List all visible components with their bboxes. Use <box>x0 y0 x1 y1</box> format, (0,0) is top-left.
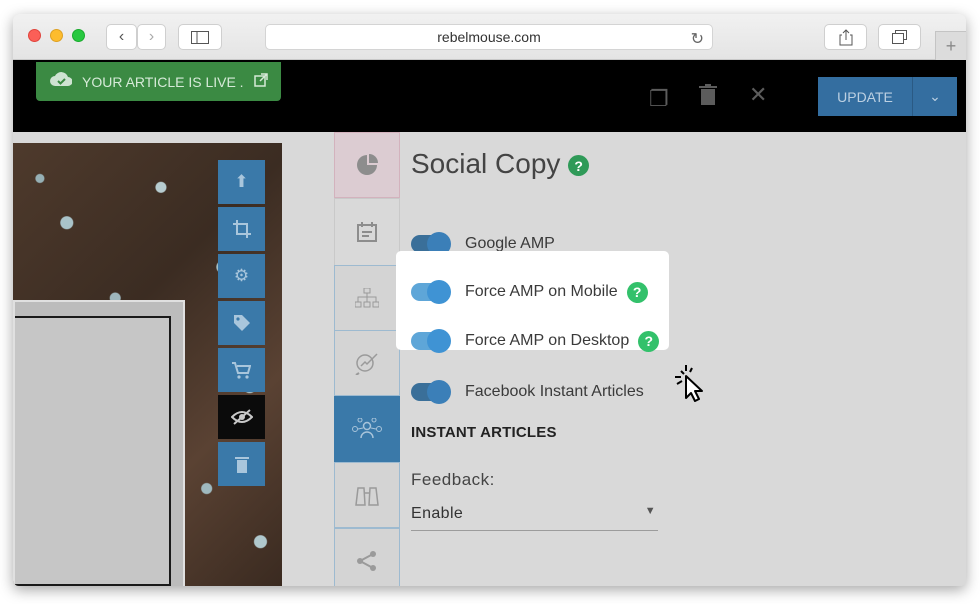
plus-icon: + <box>945 35 957 56</box>
feedback-select-value: Enable <box>411 505 464 522</box>
cart-icon <box>232 361 251 379</box>
section-heading: INSTANT ARTICLES <box>411 424 557 441</box>
caret-down-icon: ▼ <box>644 505 656 517</box>
force-amp-mobile-switch[interactable] <box>411 280 451 304</box>
toggle-force-amp-desktop[interactable]: Force AMP on Desktop ? <box>411 328 660 354</box>
reload-icon[interactable]: ↻ <box>691 29 704 49</box>
pie-chart-icon <box>357 154 378 175</box>
pointer-cursor-icon <box>675 365 703 402</box>
share-button[interactable] <box>824 24 867 50</box>
update-button[interactable]: UPDATE <box>818 77 912 116</box>
live-status-badge[interactable]: YOUR ARTICLE IS LIVE . <box>36 62 281 101</box>
tag-icon <box>233 315 250 331</box>
sidebar-icon <box>191 30 209 44</box>
tab-discover[interactable] <box>334 462 400 528</box>
toggle-force-amp-mobile[interactable]: Force AMP on Mobile ? <box>411 279 648 305</box>
toggle-label: Force AMP on Mobile <box>465 283 618 300</box>
share-box-icon <box>839 28 852 45</box>
upload-image-button[interactable]: ⬆ <box>218 160 265 204</box>
upload-icon: ⬆ <box>234 172 249 191</box>
network-icon <box>352 418 382 439</box>
toggle-facebook-instant-articles[interactable]: Facebook Instant Articles <box>411 379 644 405</box>
browser-chrome: ‹ › rebelmouse.com ↻ + <box>13 14 966 60</box>
shop-image-button[interactable] <box>218 348 265 392</box>
trash-icon <box>234 456 249 473</box>
help-icon[interactable]: ? <box>626 281 648 303</box>
toggle-label: Facebook Instant Articles <box>465 383 644 400</box>
crop-icon <box>232 220 251 238</box>
close-window-button[interactable] <box>28 29 41 42</box>
help-icon[interactable]: ? <box>568 155 590 177</box>
tab-seo[interactable] <box>334 330 400 396</box>
crop-image-button[interactable] <box>218 207 265 251</box>
image-inner-border <box>15 316 171 586</box>
delete-image-button[interactable] <box>218 442 265 486</box>
external-link-icon <box>253 73 268 90</box>
tab-social[interactable] <box>334 396 400 462</box>
tab-analytics[interactable] <box>334 132 400 198</box>
new-tab-button[interactable]: + <box>935 31 966 60</box>
tab-sections[interactable] <box>334 265 400 331</box>
tabs-icon <box>892 30 907 44</box>
image-frame <box>13 300 185 586</box>
share-icon <box>357 551 376 571</box>
sidebar-toggle-button[interactable] <box>178 24 222 50</box>
cloud-check-icon <box>50 71 73 92</box>
chevron-right-icon: › <box>148 28 155 45</box>
feedback-label: Feedback: <box>411 470 495 489</box>
chevron-left-icon: ‹ <box>118 28 125 45</box>
panel-title: Social Copy ? <box>411 148 590 180</box>
chevron-down-icon: ⌄ <box>929 88 941 104</box>
feedback-select[interactable]: Enable ▼ <box>411 505 658 531</box>
tag-image-button[interactable] <box>218 301 265 345</box>
tab-share[interactable] <box>334 528 400 586</box>
toggle-label: Force AMP on Desktop <box>465 332 630 349</box>
address-bar[interactable]: rebelmouse.com ↻ <box>265 24 713 50</box>
minimize-window-button[interactable] <box>50 29 63 42</box>
eye-off-icon <box>230 409 253 425</box>
help-icon[interactable]: ? <box>638 330 660 352</box>
binoculars-icon <box>355 487 379 506</box>
image-settings-button[interactable]: ⚙ <box>218 254 265 298</box>
url-text: rebelmouse.com <box>437 29 541 45</box>
tab-schedule[interactable] <box>334 198 400 266</box>
force-amp-desktop-switch[interactable] <box>411 329 451 353</box>
copy-icon[interactable]: ❐ <box>649 86 669 112</box>
gear-icon: ⚙ <box>233 266 250 285</box>
back-button[interactable]: ‹ <box>106 24 137 50</box>
sitemap-icon <box>355 288 379 308</box>
side-tab-bar <box>334 132 400 586</box>
forward-button[interactable]: › <box>137 24 166 50</box>
zoom-window-button[interactable] <box>72 29 85 42</box>
trash-icon[interactable] <box>699 84 717 112</box>
calendar-icon <box>357 222 377 242</box>
hide-image-button[interactable] <box>218 395 265 439</box>
close-icon[interactable]: ✕ <box>749 82 767 108</box>
update-options-dropdown[interactable]: ⌄ <box>912 77 957 116</box>
panel-title-text: Social Copy <box>411 148 561 179</box>
facebook-instant-articles-switch[interactable] <box>411 380 451 404</box>
live-status-text: YOUR ARTICLE IS LIVE . <box>82 73 244 90</box>
search-chart-icon <box>355 353 378 375</box>
tabs-overview-button[interactable] <box>878 24 921 50</box>
